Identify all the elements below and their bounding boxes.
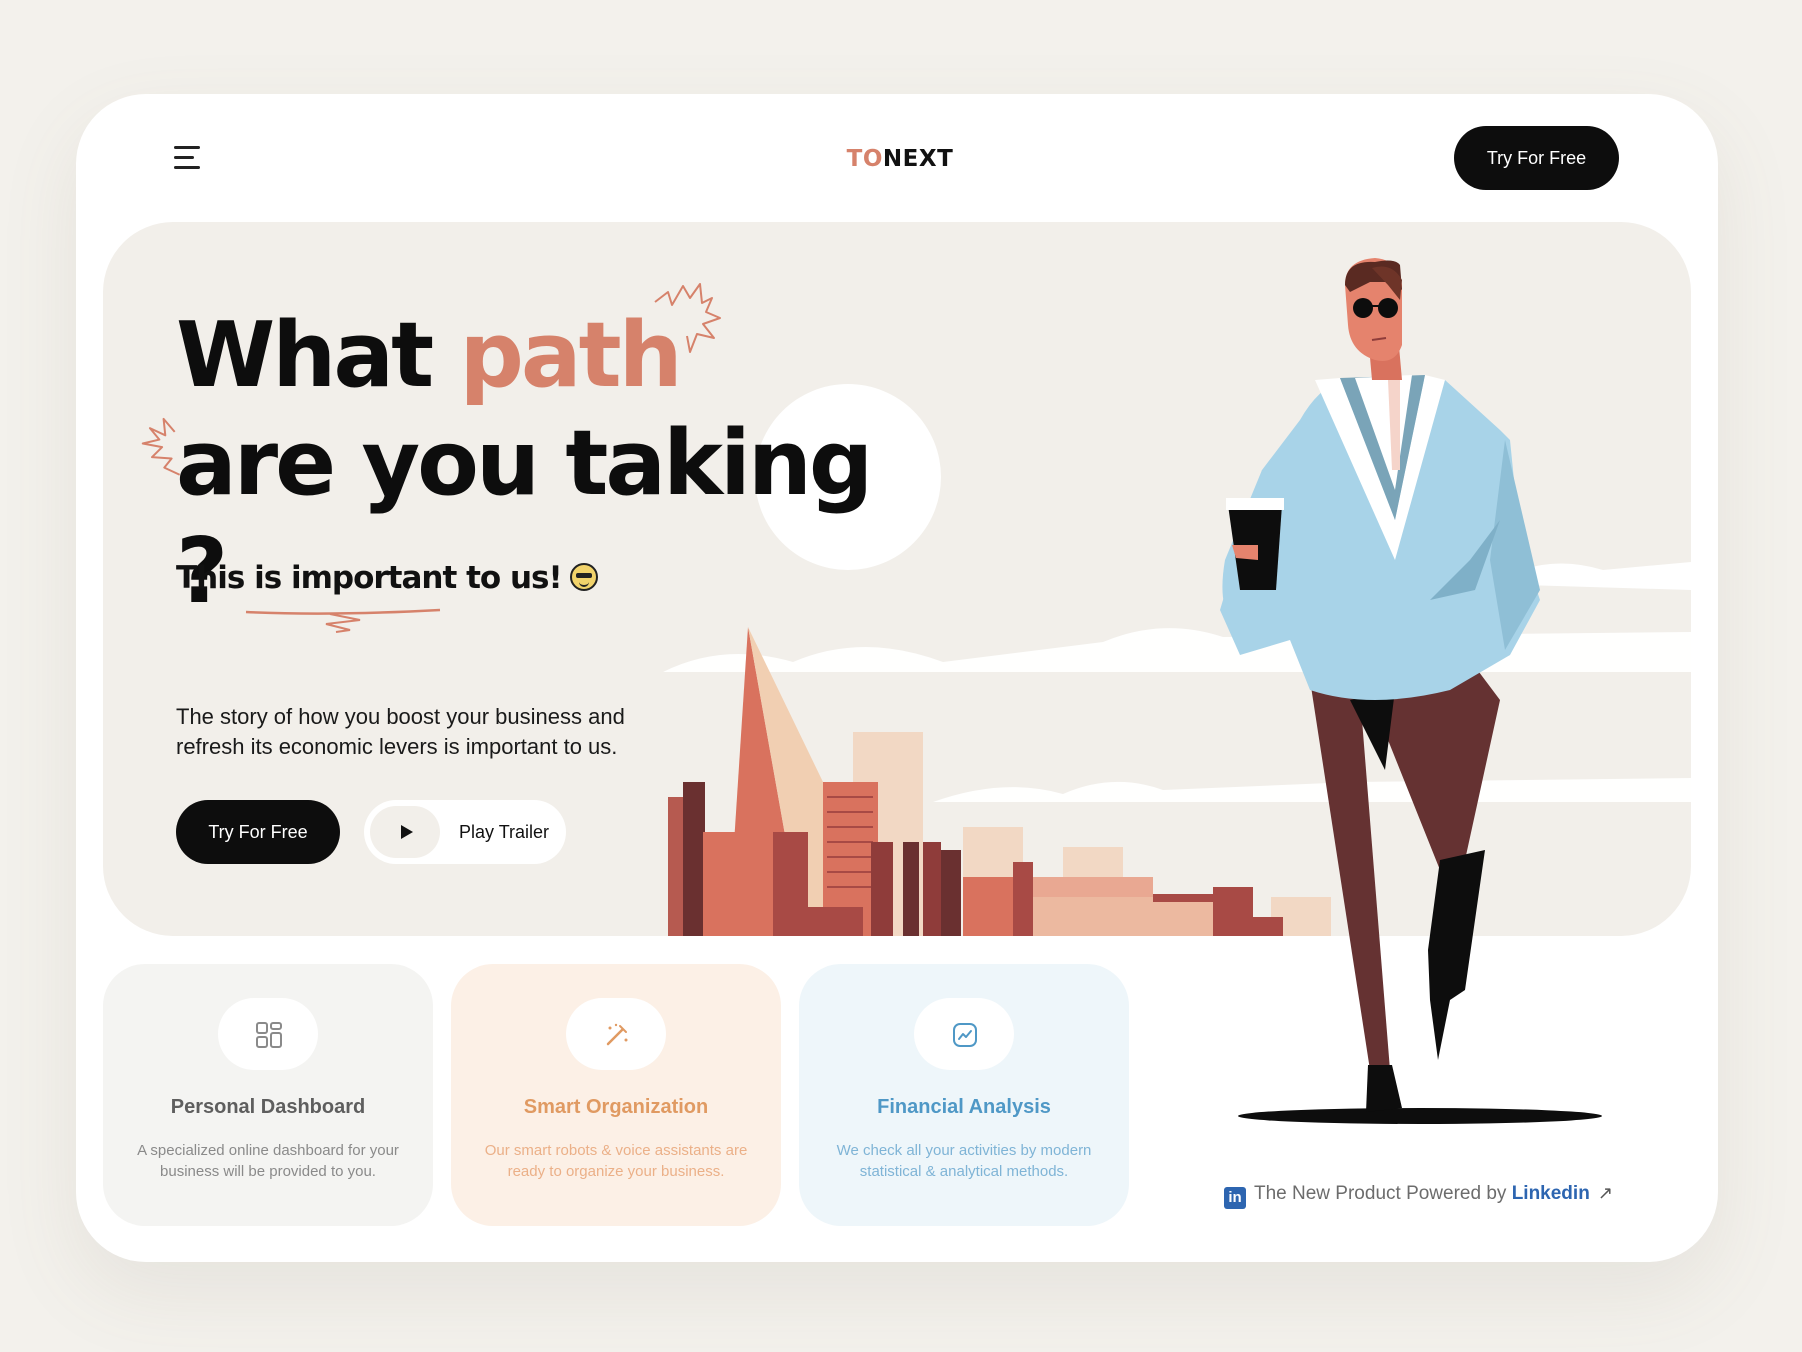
feature-card-personal-dashboard[interactable]: Personal Dashboard A specialized online … [103,964,433,1226]
feature-card-financial-analysis[interactable]: Financial Analysis We check all your act… [799,964,1129,1226]
chart-line-icon [953,1023,977,1047]
grid-dashboard-icon [256,1022,282,1048]
dashboard-icon-bubble [218,998,318,1070]
feature-card-smart-organization[interactable]: Smart Organization Our smart robots & vo… [451,964,781,1226]
right-boot [1428,850,1485,1060]
left-shoe [1366,1065,1402,1112]
sunglasses-left [1353,298,1373,318]
feature-title: Financial Analysis [877,1096,1051,1118]
wand-icon-bubble [566,998,666,1070]
coffee-cup-lid [1226,498,1284,510]
feature-title: Smart Organization [523,1096,709,1118]
feature-text: A specialized online dashboard for your … [137,1142,399,1180]
chart-icon-bubble [914,998,1014,1070]
sunglasses-right [1378,298,1398,318]
feature-text: We check all your activities by modern s… [836,1142,1092,1180]
external-arrow-icon[interactable]: ↗ [1598,1180,1613,1206]
feature-title: Personal Dashboard [170,1096,366,1118]
linkedin-link[interactable]: Linkedin [1512,1183,1590,1204]
ground-shadow [1238,1108,1602,1124]
feature-text: Our smart robots & voice assistants are … [484,1142,748,1180]
linkedin-icon[interactable]: in [1224,1187,1246,1209]
powered-by-linkedin: in The New Product Powered by Linkedin ↗ [1224,1180,1613,1209]
magic-wand-icon [606,1023,628,1046]
